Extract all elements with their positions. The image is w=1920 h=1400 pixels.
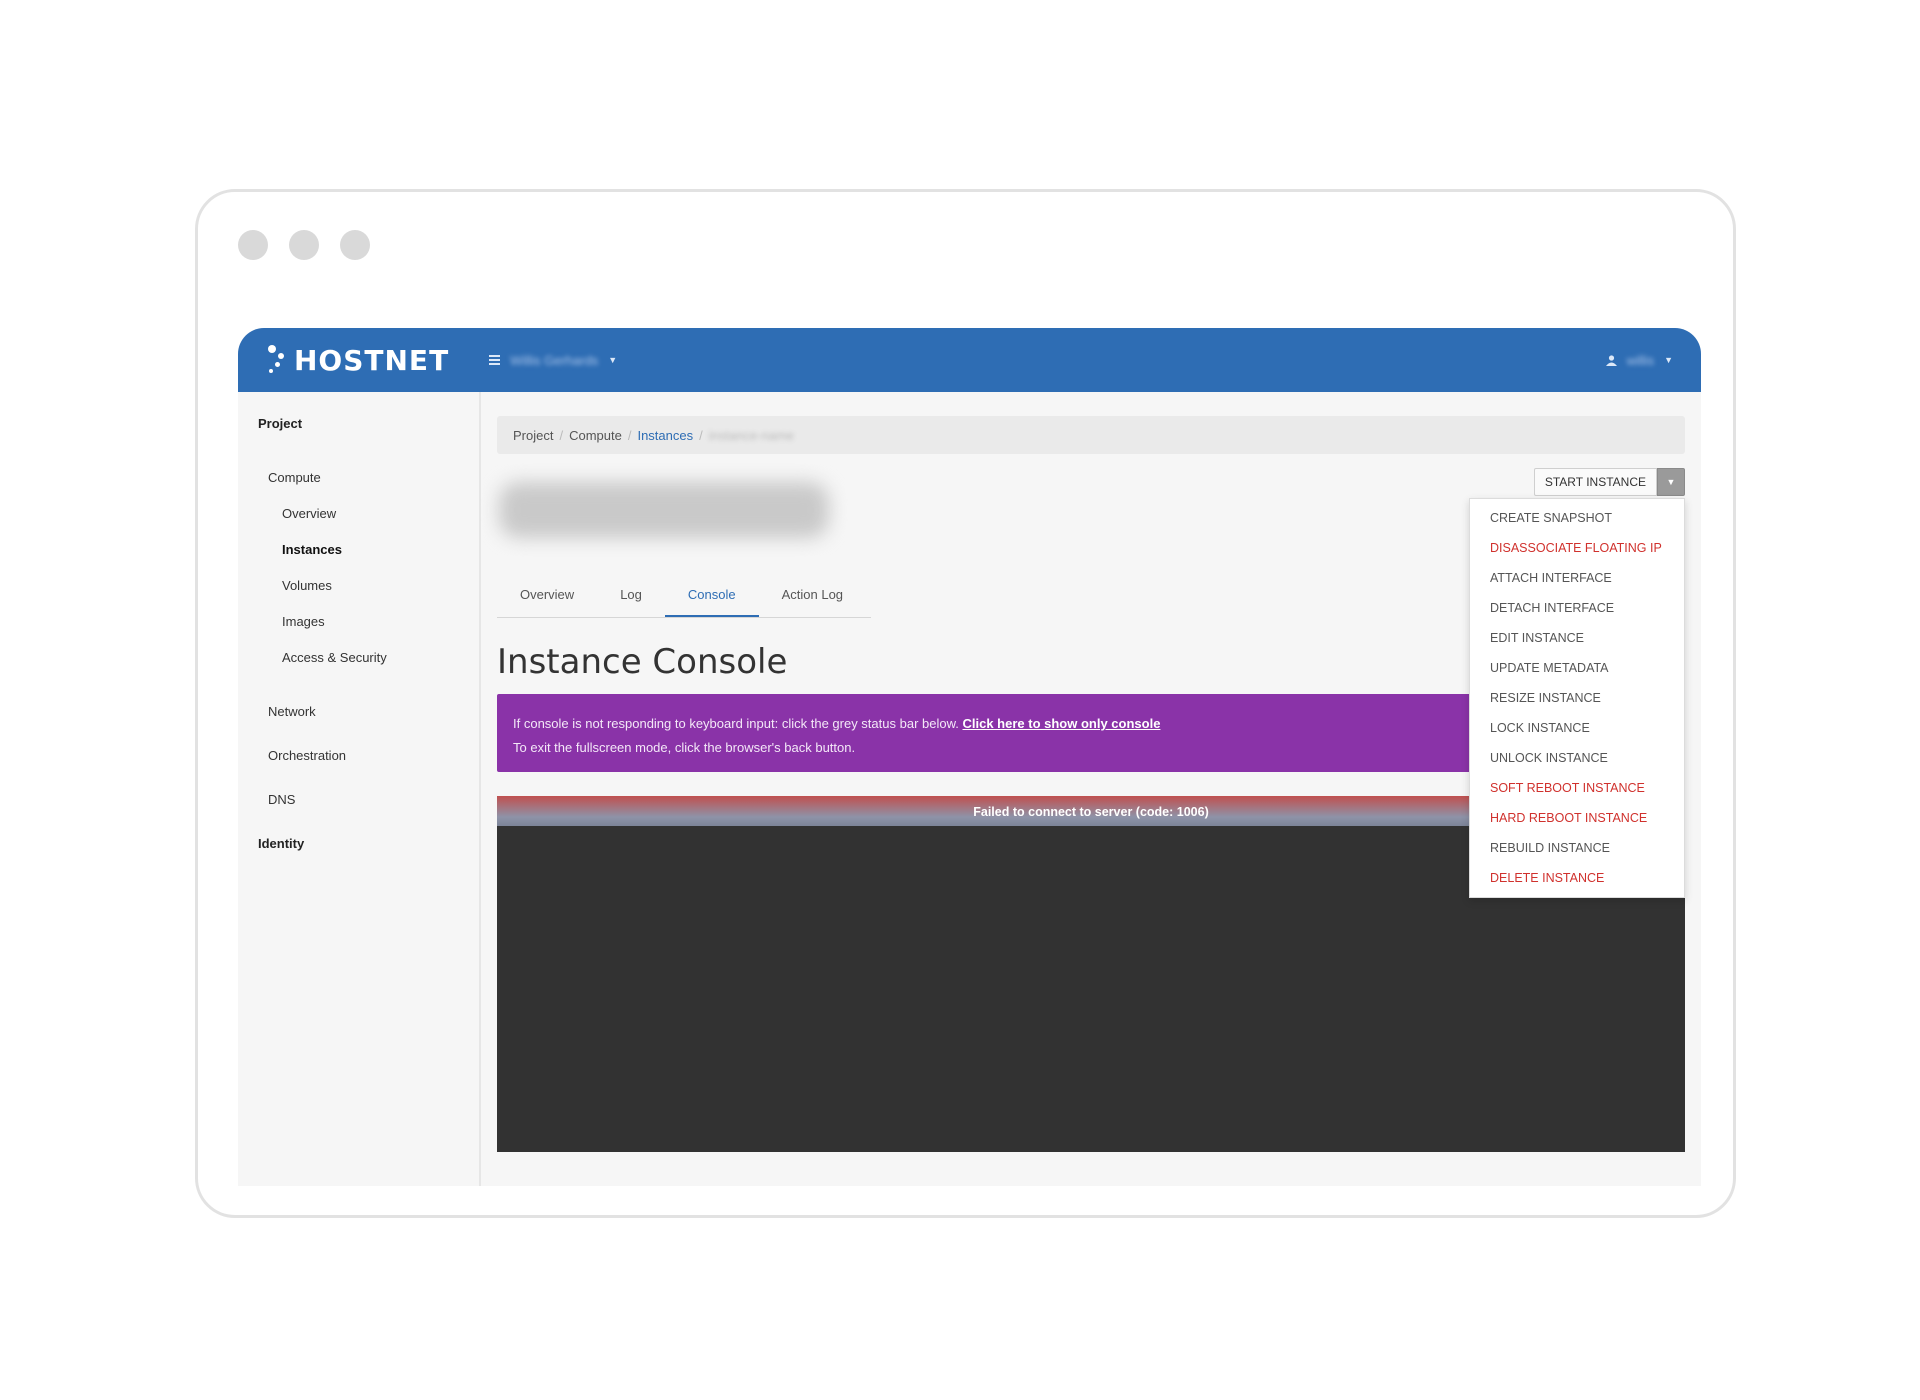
breadcrumb-separator: / bbox=[699, 427, 703, 443]
show-only-console-link[interactable]: Click here to show only console bbox=[963, 716, 1161, 731]
menu-item-disassociate-floating-ip[interactable]: DISASSOCIATE FLOATING IP bbox=[1470, 533, 1684, 563]
dashboard-app: HOSTNET Willis Gerhards ▼ willis ▼ Proje… bbox=[238, 328, 1701, 1186]
breadcrumb-compute[interactable]: Compute bbox=[569, 428, 622, 443]
tab-log[interactable]: Log bbox=[597, 574, 665, 617]
sidebar-section-project[interactable]: Project bbox=[238, 410, 479, 438]
sidebar: Project Compute Overview Instances Volum… bbox=[238, 392, 481, 1186]
menu-item-attach-interface[interactable]: ATTACH INTERFACE bbox=[1470, 563, 1684, 593]
main-content: Project / Compute / Instances / instance… bbox=[481, 392, 1701, 1186]
tab-action-log[interactable]: Action Log bbox=[759, 574, 866, 617]
user-name: willis bbox=[1626, 352, 1655, 368]
window-minimize-dot[interactable] bbox=[289, 230, 319, 260]
instance-name-redacted bbox=[499, 482, 829, 538]
menu-item-create-snapshot[interactable]: CREATE SNAPSHOT bbox=[1470, 503, 1684, 533]
project-name: Willis Gerhards bbox=[510, 352, 599, 368]
sidebar-item-instances[interactable]: Instances bbox=[238, 536, 479, 564]
menu-item-edit-instance[interactable]: EDIT INSTANCE bbox=[1470, 623, 1684, 653]
breadcrumb: Project / Compute / Instances / instance… bbox=[497, 416, 1685, 454]
project-selector[interactable]: Willis Gerhards ▼ bbox=[489, 353, 617, 368]
start-instance-button[interactable]: START INSTANCE bbox=[1533, 468, 1657, 496]
menu-item-unlock-instance[interactable]: UNLOCK INSTANCE bbox=[1470, 743, 1684, 773]
menu-item-lock-instance[interactable]: LOCK INSTANCE bbox=[1470, 713, 1684, 743]
menu-item-update-metadata[interactable]: UPDATE METADATA bbox=[1470, 653, 1684, 683]
sidebar-section-identity[interactable]: Identity bbox=[238, 830, 479, 858]
instance-actions: START INSTANCE ▼ bbox=[1533, 468, 1685, 496]
tab-overview[interactable]: Overview bbox=[497, 574, 597, 617]
breadcrumb-separator: / bbox=[559, 427, 564, 443]
chevron-down-icon: ▼ bbox=[1666, 477, 1676, 487]
chevron-down-icon: ▼ bbox=[608, 355, 618, 365]
window-controls bbox=[238, 230, 370, 260]
logo-dots-icon bbox=[266, 343, 290, 377]
menu-item-hard-reboot-instance[interactable]: HARD REBOOT INSTANCE bbox=[1470, 803, 1684, 833]
sidebar-item-volumes[interactable]: Volumes bbox=[238, 572, 479, 600]
browser-window: HOSTNET Willis Gerhards ▼ willis ▼ Proje… bbox=[195, 189, 1736, 1218]
breadcrumb-instances[interactable]: Instances bbox=[637, 428, 693, 443]
sidebar-item-images[interactable]: Images bbox=[238, 608, 479, 636]
chevron-down-icon: ▼ bbox=[1664, 355, 1673, 365]
sidebar-group-orchestration[interactable]: Orchestration bbox=[238, 742, 479, 770]
actions-dropdown-toggle[interactable]: ▼ bbox=[1657, 468, 1685, 496]
project-list-icon bbox=[489, 355, 501, 365]
actions-dropdown-menu: CREATE SNAPSHOT DISASSOCIATE FLOATING IP A… bbox=[1469, 498, 1685, 898]
sidebar-group-compute[interactable]: Compute bbox=[238, 464, 479, 492]
alert-text-line1: If console is not responding to keyboard… bbox=[513, 716, 959, 731]
menu-item-resize-instance[interactable]: RESIZE INSTANCE bbox=[1470, 683, 1684, 713]
window-close-dot[interactable] bbox=[238, 230, 268, 260]
menu-item-delete-instance[interactable]: DELETE INSTANCE bbox=[1470, 863, 1684, 893]
sidebar-group-dns[interactable]: DNS bbox=[238, 786, 479, 814]
brand-name: HOSTNET bbox=[294, 343, 450, 377]
window-maximize-dot[interactable] bbox=[340, 230, 370, 260]
tab-console[interactable]: Console bbox=[664, 574, 759, 617]
breadcrumb-separator: / bbox=[627, 427, 632, 443]
instance-tabs: Overview Log Console Action Log bbox=[497, 574, 871, 618]
menu-item-soft-reboot-instance[interactable]: SOFT REBOOT INSTANCE bbox=[1470, 773, 1684, 803]
menu-item-rebuild-instance[interactable]: REBUILD INSTANCE bbox=[1470, 833, 1684, 863]
breadcrumb-project[interactable]: Project bbox=[513, 428, 553, 443]
breadcrumb-current: instance-name bbox=[708, 427, 795, 443]
sidebar-item-access-security[interactable]: Access & Security bbox=[238, 644, 479, 672]
menu-item-detach-interface[interactable]: DETACH INTERFACE bbox=[1470, 593, 1684, 623]
user-menu[interactable]: willis ▼ bbox=[1605, 352, 1673, 368]
top-navbar: HOSTNET Willis Gerhards ▼ willis ▼ bbox=[238, 328, 1701, 392]
user-icon bbox=[1605, 354, 1617, 366]
instance-header: START INSTANCE ▼ CREATE SNAPSHOT DISASSOC… bbox=[497, 468, 1685, 898]
sidebar-group-network[interactable]: Network bbox=[238, 698, 479, 726]
brand-logo[interactable]: HOSTNET bbox=[266, 343, 449, 377]
sidebar-item-overview[interactable]: Overview bbox=[238, 500, 479, 528]
